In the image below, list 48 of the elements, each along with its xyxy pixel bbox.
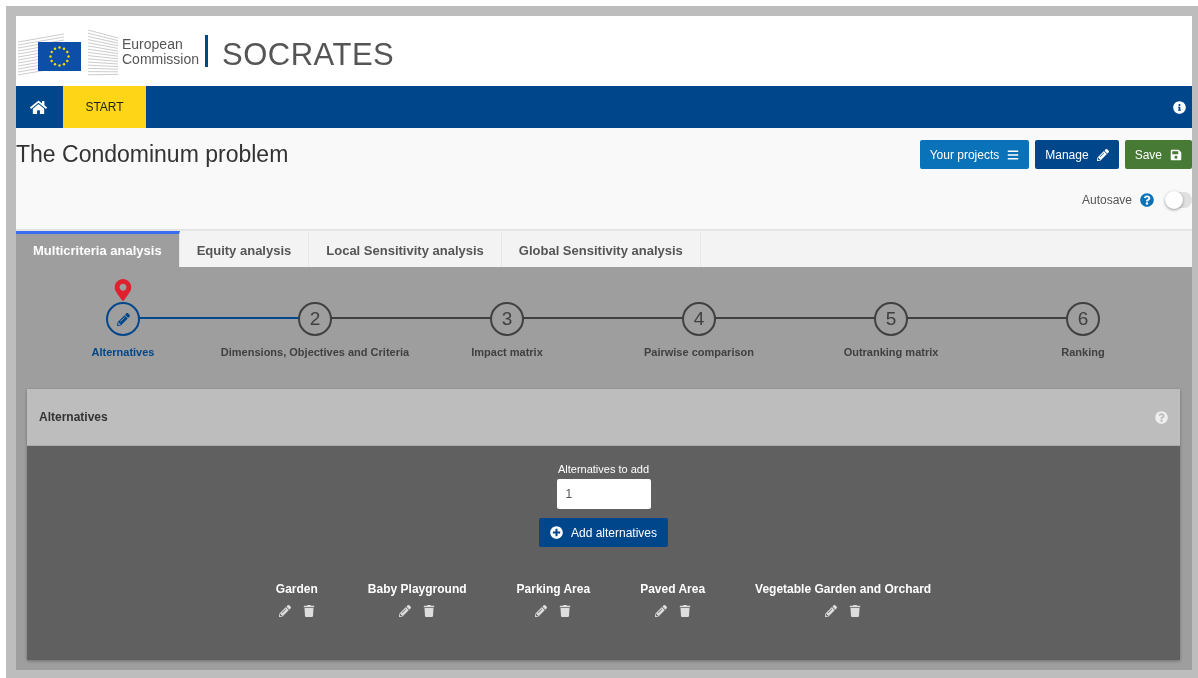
edit-icon[interactable] — [654, 605, 667, 617]
alternative-name: Garden — [275, 582, 318, 596]
autosave-label: Autosave — [1081, 193, 1132, 207]
delete-icon[interactable] — [678, 605, 691, 617]
delete-icon[interactable] — [423, 605, 436, 617]
step-label: Alternatives — [91, 346, 155, 358]
alternative-name: Vegetable Garden and Orchard — [755, 582, 932, 596]
step-label: Impact matrix — [471, 346, 543, 358]
map-pin-icon — [112, 279, 134, 301]
project-title: The Condominum problem — [16, 141, 290, 168]
step-label: Dimensions, Objectives and Criteria — [220, 346, 410, 358]
step-circle[interactable]: 2 — [298, 302, 332, 336]
header-button[interactable]: Save — [1124, 140, 1192, 169]
alternative-name: Paved Area — [640, 582, 706, 596]
delete-icon[interactable] — [302, 605, 315, 617]
delete-icon[interactable] — [559, 605, 572, 617]
help-icon[interactable] — [1140, 193, 1154, 207]
step-circle[interactable]: 3 — [490, 302, 524, 336]
pencil-icon — [116, 312, 130, 326]
plus-icon — [549, 526, 563, 539]
brand-name: European — [122, 37, 184, 52]
header-button[interactable]: Manage — [1035, 140, 1119, 169]
menu-icon — [1007, 148, 1020, 161]
alternative-name: Parking Area — [516, 582, 591, 596]
edit-icon[interactable] — [825, 605, 838, 617]
edit-icon[interactable] — [278, 605, 291, 617]
edit-icon[interactable] — [399, 605, 412, 617]
edit-icon[interactable] — [535, 605, 548, 617]
brand-name: Commission — [122, 52, 199, 67]
field-label: Alternatives to add — [557, 463, 650, 475]
step-label: Outranking matrix — [843, 346, 939, 358]
step-label: Pairwise comparison — [643, 346, 754, 358]
app-title: SOCRATES — [222, 37, 395, 73]
autosave-toggle[interactable] — [1166, 192, 1192, 208]
number-field[interactable]: 1 — [556, 479, 651, 509]
step-circle[interactable]: 6 — [1066, 302, 1100, 336]
step-label: Ranking — [1061, 346, 1105, 358]
alternative-name: Baby Playground — [367, 582, 467, 596]
add-alternatives-button[interactable]: Add alternatives — [538, 518, 669, 547]
analysis-tab[interactable]: Multicriteria analysis — [16, 231, 180, 267]
step-circle[interactable]: 4 — [682, 302, 716, 336]
nav-tab[interactable]: START — [63, 86, 146, 128]
pencil-icon — [1096, 148, 1109, 161]
step-circle[interactable]: 5 — [874, 302, 908, 336]
panel-title: Alternatives — [39, 410, 108, 424]
delete-icon[interactable] — [849, 605, 862, 617]
step-circle[interactable] — [106, 302, 140, 336]
header-button[interactable]: Your projects — [919, 140, 1030, 169]
